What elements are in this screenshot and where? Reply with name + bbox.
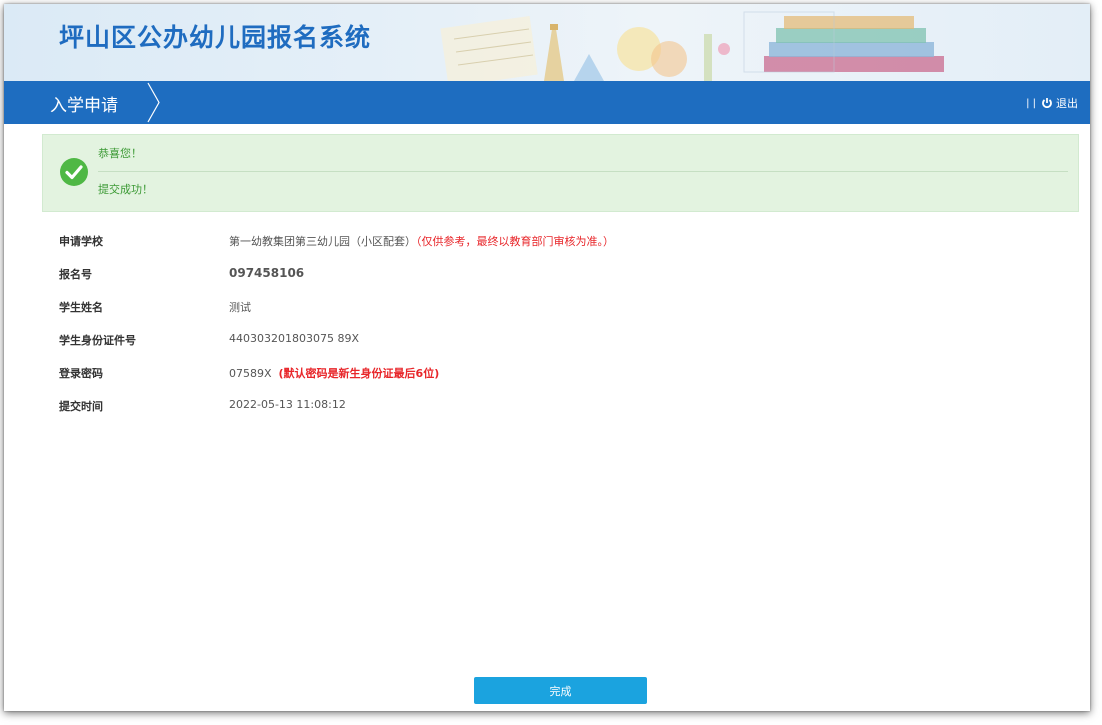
password-note: (默认密码是新生身份证最后6位) xyxy=(278,367,440,380)
registration-number: 097458106 xyxy=(229,266,305,280)
row-label: 提交时间 xyxy=(59,400,103,413)
page-title: 入学申请 xyxy=(50,96,118,116)
banner-illustration xyxy=(440,11,944,81)
chevron-right-icon xyxy=(147,82,160,123)
success-message: 提交成功！ xyxy=(98,183,153,196)
nav-bar: 入学申请 | | 退出 xyxy=(4,81,1090,124)
row-value-wrap: 第一幼教集团第三幼儿园（小区配套）（仅供参考，最终以教育部门审核为准。） xyxy=(229,233,614,249)
row-label: 学生姓名 xyxy=(59,301,103,314)
row-label: 申请学校 xyxy=(59,235,103,248)
submit-time: 2022-05-13 11:08:12 xyxy=(229,398,346,411)
system-title: 坪山区公办幼儿园报名系统 xyxy=(59,23,372,52)
row-label: 学生身份证件号 xyxy=(59,334,136,347)
logout-link[interactable]: | | 退出 xyxy=(1026,95,1078,111)
school-value: 第一幼教集团第三幼儿园（小区配套） xyxy=(229,235,416,248)
check-circle-icon xyxy=(60,158,88,186)
row-label: 登录密码 xyxy=(59,367,103,380)
student-name: 测试 xyxy=(229,301,251,314)
school-note: （仅供参考，最终以教育部门审核为准。） xyxy=(416,235,614,248)
success-title: 恭喜您！ xyxy=(98,147,142,160)
separator-icon: | | xyxy=(1026,97,1036,109)
success-divider xyxy=(98,171,1068,172)
success-alert: 恭喜您！ 提交成功！ xyxy=(42,134,1079,212)
row-label: 报名号 xyxy=(59,268,92,281)
app-window: 坪山区公办幼儿园报名系统 入学申请 | | 退出 恭喜您！ 提交成功！ 申请学校… xyxy=(4,4,1090,711)
row-value-wrap: 07589X (默认密码是新生身份证最后6位) xyxy=(229,365,439,381)
power-icon xyxy=(1042,98,1052,109)
header-banner: 坪山区公办幼儿园报名系统 xyxy=(4,4,1090,81)
finish-button[interactable]: 完成 xyxy=(474,677,647,704)
logout-label: 退出 xyxy=(1056,97,1078,110)
student-id-number: 440303201803075 89X xyxy=(229,332,360,345)
password-value: 07589X xyxy=(229,367,272,380)
